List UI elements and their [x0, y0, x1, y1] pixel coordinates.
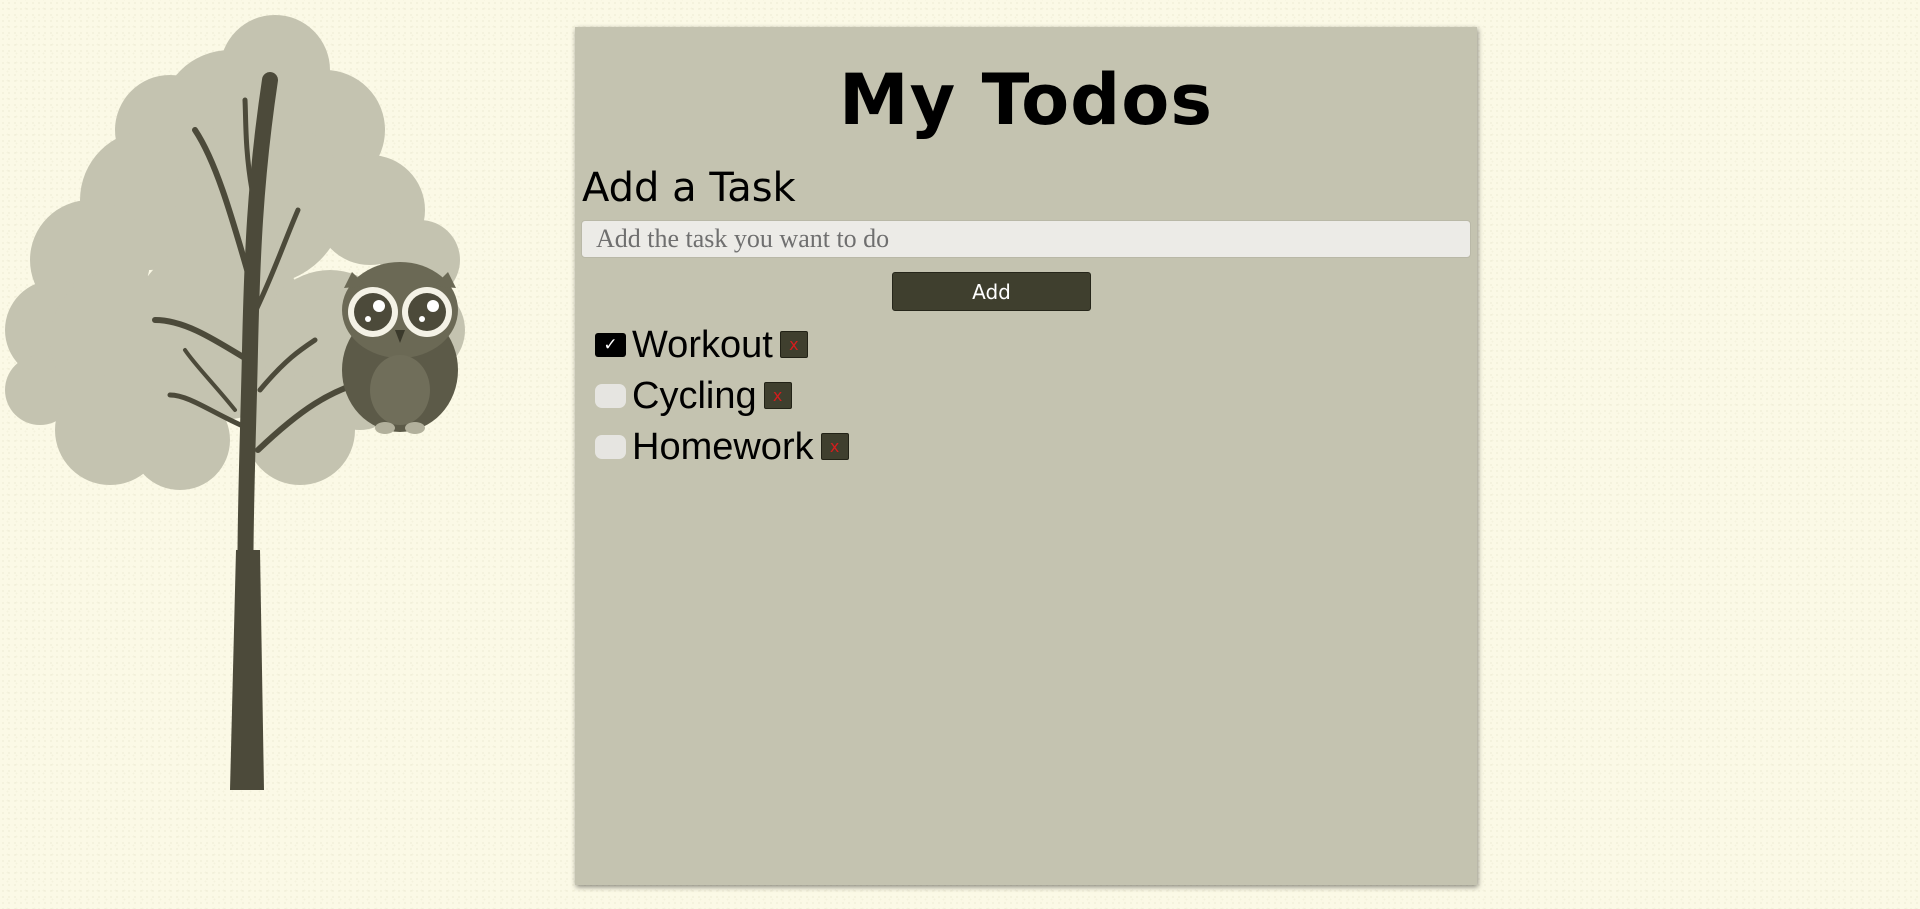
owl-icon — [342, 262, 458, 434]
todo-list: ✓ Workout x Cycling x Homework x — [595, 319, 849, 472]
todo-item: Homework x — [595, 421, 849, 472]
tree-trunk-base — [230, 550, 264, 790]
todo-checkbox[interactable] — [595, 434, 626, 459]
close-icon: x — [772, 386, 783, 405]
todo-label: Cycling — [632, 374, 757, 417]
todo-checkbox[interactable] — [595, 383, 626, 408]
add-task-heading: Add a Task — [582, 165, 796, 211]
todo-item: Cycling x — [595, 370, 849, 421]
delete-button[interactable]: x — [763, 382, 792, 409]
todo-panel: My Todos Add a Task Add ✓ Workout x Cycl… — [575, 27, 1477, 885]
todo-label: Homework — [632, 425, 814, 468]
todo-label: Workout — [632, 323, 773, 366]
page-title: My Todos — [838, 59, 1214, 141]
todo-item: ✓ Workout x — [595, 319, 849, 370]
close-icon: x — [789, 335, 799, 354]
tree-owl-illustration — [5, 15, 465, 790]
add-button[interactable]: Add — [892, 272, 1091, 311]
task-input[interactable] — [581, 220, 1471, 258]
checkmark-icon: ✓ — [603, 334, 618, 355]
todo-checkbox[interactable]: ✓ — [595, 332, 626, 357]
close-icon: x — [829, 437, 840, 456]
delete-button[interactable]: x — [820, 433, 849, 460]
delete-button[interactable]: x — [779, 331, 808, 358]
